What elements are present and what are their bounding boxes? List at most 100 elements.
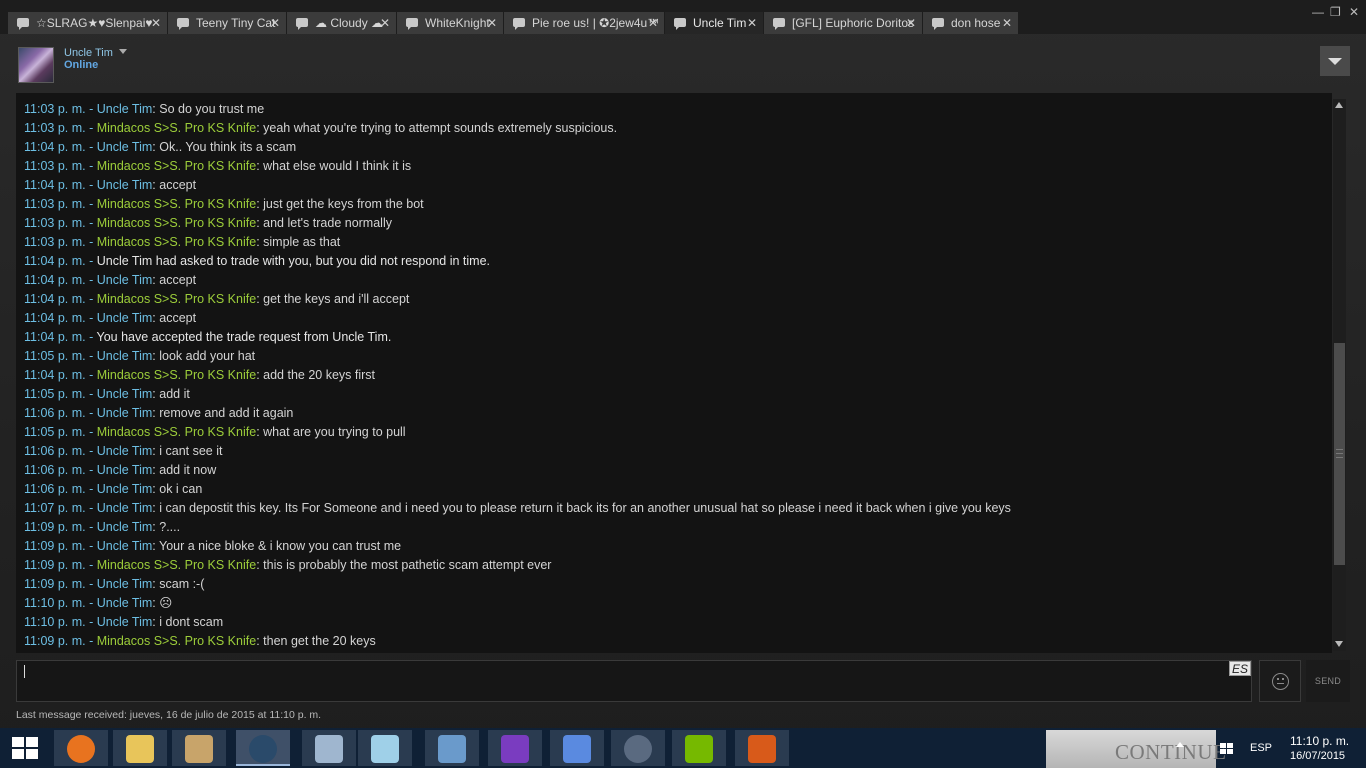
photo-viewer-icon xyxy=(563,735,591,763)
taskbar-button[interactable] xyxy=(672,730,726,766)
message-sender[interactable]: Mindacos S>S. Pro KS Knife xyxy=(97,425,256,439)
taskbar-button[interactable] xyxy=(550,730,604,766)
taskbar-button[interactable] xyxy=(488,730,542,766)
message-sender[interactable]: Uncle Tim xyxy=(97,387,153,401)
emoticon-button[interactable] xyxy=(1259,660,1301,702)
message-text: Ok.. You think its a scam xyxy=(159,140,297,154)
message-text: i dont scam xyxy=(159,615,224,629)
taskbar-button[interactable] xyxy=(54,730,108,766)
chat-scrollbar[interactable] xyxy=(1333,99,1346,651)
tab-close-icon[interactable]: ✕ xyxy=(380,12,390,34)
message-sender[interactable]: Uncle Tim xyxy=(97,501,153,515)
input-language[interactable]: ESP xyxy=(1250,742,1272,754)
message-sender[interactable]: Uncle Tim xyxy=(97,349,153,363)
message-timestamp: 11:04 p. m. xyxy=(24,178,86,192)
message-text: i can depostit this key. Its For Someone… xyxy=(159,501,1011,515)
tab-close-icon[interactable]: ✕ xyxy=(151,12,161,34)
message-timestamp: 11:09 p. m. xyxy=(24,520,86,534)
taskbar-button[interactable] xyxy=(425,730,479,766)
chat-tab[interactable]: Pie roe us! | ✪2jew4u™ ✕ xyxy=(504,12,665,34)
chat-message: 11:09 p. m. - Mindacos S>S. Pro KS Knife… xyxy=(24,634,376,648)
chat-tab[interactable]: ☆SLRAG★♥Slenpai♥ ✕ xyxy=(8,12,168,34)
tab-close-icon[interactable]: ✕ xyxy=(270,12,280,34)
chat-message: 11:03 p. m. - Uncle Tim: So do you trust… xyxy=(24,102,265,116)
tray-expand-icon[interactable] xyxy=(1176,742,1184,747)
chat-tab[interactable]: Uncle Tim ✕ xyxy=(665,12,764,34)
send-button[interactable]: SEND xyxy=(1306,660,1350,702)
message-sender[interactable]: Uncle Tim xyxy=(97,577,153,591)
chat-log[interactable]: 11:03 p. m. - Uncle Tim: So do you trust… xyxy=(16,93,1332,653)
message-sender[interactable]: Uncle Tim xyxy=(97,273,153,287)
chat-tab[interactable]: ☁ Cloudy ☁ ✕ xyxy=(287,12,397,34)
message-sender[interactable]: Uncle Tim xyxy=(97,311,153,325)
message-sender[interactable]: Uncle Tim xyxy=(97,482,153,496)
chat-message: 11:04 p. m. - Mindacos S>S. Pro KS Knife… xyxy=(24,368,376,382)
chevron-down-icon[interactable] xyxy=(119,49,127,54)
scroll-up-icon[interactable] xyxy=(1335,102,1343,108)
message-sender[interactable]: Uncle Tim xyxy=(97,520,153,534)
message-timestamp: 11:03 p. m. xyxy=(24,102,86,116)
tab-close-icon[interactable]: ✕ xyxy=(906,12,916,34)
message-sender[interactable]: Mindacos S>S. Pro KS Knife xyxy=(97,121,256,135)
chat-bubble-icon xyxy=(406,18,418,30)
message-sender[interactable]: Uncle Tim xyxy=(97,178,153,192)
chat-message: 11:04 p. m. - You have accepted the trad… xyxy=(24,330,392,344)
avatar[interactable] xyxy=(18,47,54,83)
chat-tab[interactable]: don hose ✕ xyxy=(923,12,1019,34)
chat-tab-label: WhiteKnight xyxy=(425,16,490,30)
chat-tab-label: don hose xyxy=(951,16,1001,30)
tab-close-icon[interactable]: ✕ xyxy=(1002,12,1012,34)
scroll-thumb[interactable] xyxy=(1334,343,1345,565)
ime-language-indicator[interactable]: ES xyxy=(1229,661,1251,676)
scroll-down-icon[interactable] xyxy=(1335,641,1343,647)
action-center-icon[interactable] xyxy=(1220,743,1233,754)
message-sender[interactable]: Uncle Tim xyxy=(97,539,153,553)
taskbar-button[interactable] xyxy=(172,730,226,766)
message-sender[interactable]: Mindacos S>S. Pro KS Knife xyxy=(97,159,256,173)
message-sender[interactable]: Mindacos S>S. Pro KS Knife xyxy=(97,197,256,211)
restore-icon[interactable]: ❐ xyxy=(1330,4,1341,20)
tab-close-icon[interactable]: ✕ xyxy=(487,12,497,34)
message-input[interactable] xyxy=(16,660,1252,702)
taskbar-button[interactable] xyxy=(735,730,789,766)
message-sender[interactable]: Uncle Tim xyxy=(97,102,153,116)
chat-tab-bar: ☆SLRAG★♥Slenpai♥ ✕ Teeny Tiny Cat ✕ ☁ Cloudy… xyxy=(0,0,1366,34)
message-timestamp: 11:05 p. m. xyxy=(24,349,86,363)
clock-time[interactable]: 11:10 p. m. xyxy=(1290,734,1349,748)
message-sender[interactable]: Uncle Tim xyxy=(97,615,153,629)
message-sender[interactable]: Mindacos S>S. Pro KS Knife xyxy=(97,235,256,249)
message-sender[interactable]: Uncle Tim xyxy=(97,444,153,458)
chat-tab[interactable]: [GFL] Euphoric Doritos ✕ xyxy=(764,12,923,34)
message-sender[interactable]: Mindacos S>S. Pro KS Knife xyxy=(97,368,256,382)
message-sender[interactable]: Uncle Tim xyxy=(97,596,153,610)
friend-name[interactable]: Uncle Tim xyxy=(64,47,113,59)
chat-tab-label: Teeny Tiny Cat xyxy=(196,16,276,30)
taskbar-button[interactable] xyxy=(236,730,290,766)
message-sender[interactable]: Uncle Tim xyxy=(97,463,153,477)
chat-menu-button[interactable] xyxy=(1320,46,1350,76)
clock-date[interactable]: 16/07/2015 xyxy=(1290,750,1345,762)
message-sender[interactable]: Mindacos S>S. Pro KS Knife xyxy=(97,634,256,648)
chat-tab[interactable]: WhiteKnight ✕ xyxy=(397,12,504,34)
close-icon[interactable]: ✕ xyxy=(1349,4,1359,20)
message-sender[interactable]: Mindacos S>S. Pro KS Knife xyxy=(97,292,256,306)
taskbar-button[interactable] xyxy=(113,730,167,766)
windows-start-icon[interactable] xyxy=(12,737,38,759)
message-sender[interactable]: Uncle Tim xyxy=(97,406,153,420)
chat-tab[interactable]: Teeny Tiny Cat ✕ xyxy=(168,12,287,34)
taskbar-button[interactable] xyxy=(611,730,665,766)
taskbar-button[interactable] xyxy=(358,730,412,766)
message-timestamp: 11:04 p. m. xyxy=(24,311,86,325)
taskbar-button[interactable] xyxy=(302,730,356,766)
message-sender[interactable]: Mindacos S>S. Pro KS Knife xyxy=(97,558,256,572)
message-text: add it xyxy=(159,387,190,401)
message-text: what are you trying to pull xyxy=(263,425,406,439)
tab-close-icon[interactable]: ✕ xyxy=(747,12,757,34)
chat-message: 11:03 p. m. - Mindacos S>S. Pro KS Knife… xyxy=(24,216,392,230)
message-sender[interactable]: Uncle Tim xyxy=(97,140,153,154)
tab-close-icon[interactable]: ✕ xyxy=(648,12,658,34)
message-sender[interactable]: Mindacos S>S. Pro KS Knife xyxy=(97,216,256,230)
chat-bubble-icon xyxy=(513,18,525,30)
minimize-icon[interactable]: — xyxy=(1312,4,1324,20)
chat-message: 11:05 p. m. - Mindacos S>S. Pro KS Knife… xyxy=(24,425,406,439)
